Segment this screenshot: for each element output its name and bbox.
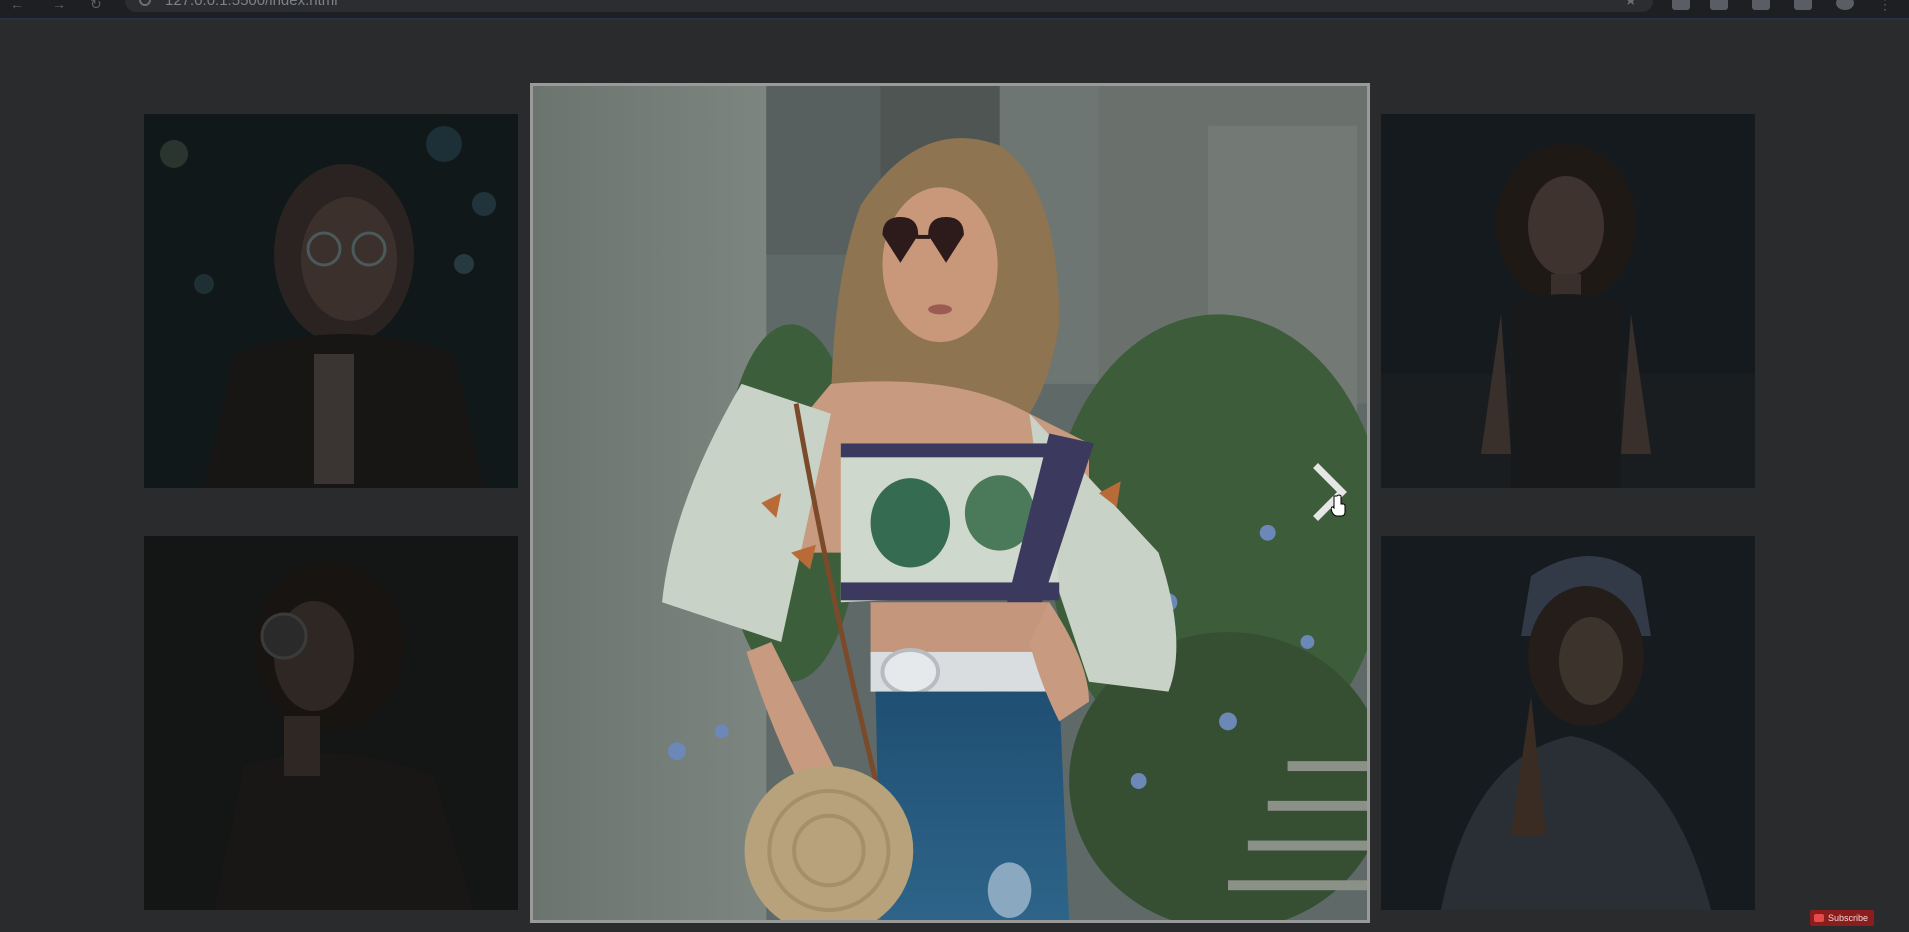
extensions-puzzle-icon[interactable]	[1794, 0, 1812, 10]
address-url[interactable]: 127.0.0.1:5500/index.html	[165, 0, 338, 9]
browser-toolbar: ← → ↻ 127.0.0.1:5500/index.html ★ ⋮	[0, 0, 1909, 20]
hand-cursor-icon	[1331, 494, 1346, 517]
lightbox-image-frame	[530, 83, 1370, 923]
youtube-subscribe-badge[interactable]: Subscribe	[1810, 910, 1875, 926]
address-bar[interactable]: 127.0.0.1:5500/index.html ★	[125, 0, 1653, 12]
bookmark-star-icon[interactable]: ★	[1624, 0, 1637, 9]
extension-icon[interactable]	[1710, 0, 1728, 10]
youtube-play-icon	[1814, 914, 1824, 922]
subscribe-label: Subscribe	[1828, 913, 1869, 923]
profile-avatar-icon[interactable]	[1836, 0, 1854, 10]
back-icon[interactable]: ←	[10, 0, 24, 12]
menu-kebab-icon[interactable]: ⋮	[1878, 0, 1892, 13]
extension-icon[interactable]	[1672, 0, 1690, 10]
reload-icon[interactable]: ↻	[90, 0, 102, 13]
site-info-icon[interactable]	[139, 0, 151, 6]
forward-icon[interactable]: →	[52, 0, 66, 12]
extension-icon[interactable]	[1752, 0, 1770, 10]
lightbox-photo	[533, 86, 1367, 920]
